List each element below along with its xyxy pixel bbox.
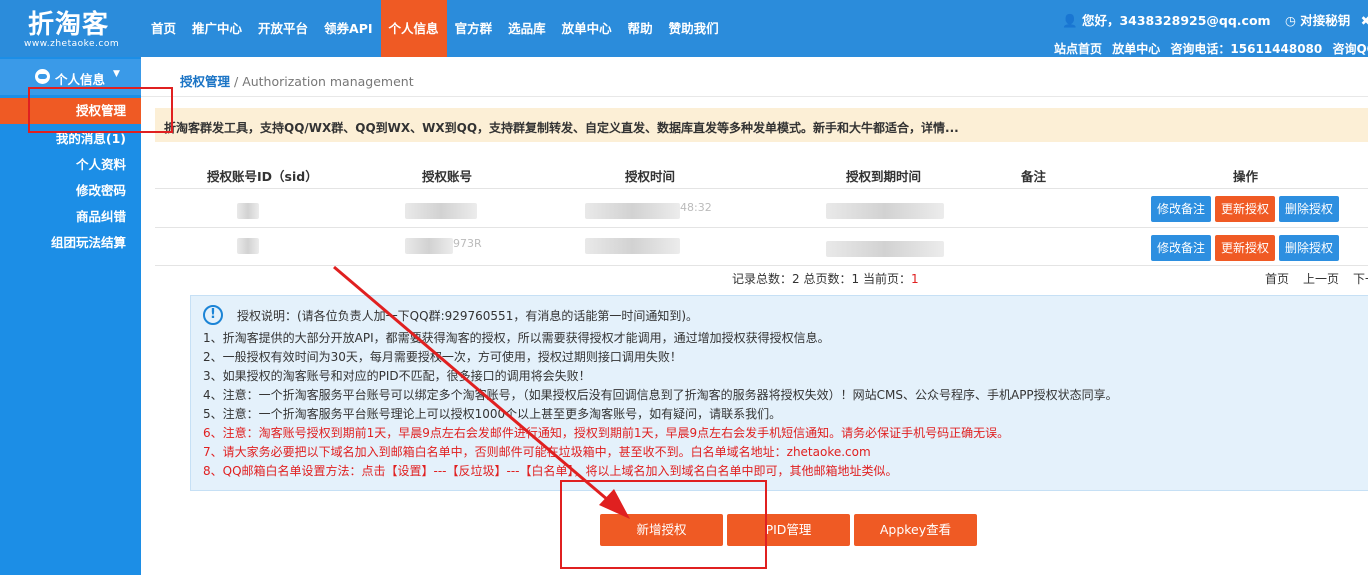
- pager-summary: 记录总数：2 总页数：1 当前页：1: [732, 270, 919, 287]
- logout-icon: ✖: [1360, 13, 1368, 28]
- clock-icon: ◷: [1284, 13, 1296, 28]
- edit-remark-button[interactable]: 修改备注: [1151, 235, 1212, 261]
- nav-open-platform[interactable]: 开放平台: [250, 0, 316, 57]
- info-line: 5、注意：一个折淘客服务平台账号理论上可以授权1000个以上甚至更多淘客账号，如…: [203, 407, 782, 421]
- caret-down-icon: ▼: [113, 69, 120, 79]
- nav-help[interactable]: 帮助: [620, 0, 661, 57]
- user-icon: 👤: [1062, 13, 1078, 28]
- info-line: 7、请大家务必要把以下域名加入到邮箱白名单中，否则邮件可能在垃圾箱中，甚至收不到…: [203, 445, 871, 459]
- breadcrumb-english: Authorization management: [242, 74, 414, 89]
- info-line: 3、如果授权的淘客账号和对应的PID不匹配，很多接口的调用将会失败！: [203, 369, 591, 383]
- sidebar-item-product-correction[interactable]: 商品纠错: [0, 204, 141, 230]
- logo[interactable]: 折淘客 www.zhetaoke.com: [22, 4, 128, 54]
- info-line: 4、注意：一个折淘客服务平台账号可以绑定多个淘客账号，（如果授权后没有回调信息到…: [203, 388, 1118, 402]
- col-header-expire-time: 授权到期时间: [846, 169, 922, 184]
- pager-nav: 首页上一页下一页: [1265, 270, 1368, 287]
- sidebar: 个人信息 ▼ 授权管理 我的消息(1) 个人资料 修改密码 商品纠错 组团玩法结…: [0, 57, 141, 575]
- pager-total: 2: [792, 272, 800, 286]
- sidebar-item-group-settlement[interactable]: 组团玩法结算: [0, 230, 141, 256]
- table-divider: [155, 265, 1368, 266]
- col-header-remark: 备注: [1021, 169, 1047, 184]
- top-navbar: 折淘客 www.zhetaoke.com 首页 推广中心 开放平台 领券API …: [0, 0, 1368, 57]
- sidebar-section-label: 个人信息: [55, 72, 106, 87]
- redacted-account: [405, 238, 453, 254]
- secret-link[interactable]: 对接秘钥: [1300, 10, 1350, 29]
- notice-text: 折淘客群发工具，支持QQ/WX群、QQ到WX、WX到QQ，支持群复制转发、自定义…: [164, 121, 959, 135]
- breadcrumb-current[interactable]: 授权管理: [180, 74, 230, 89]
- pager-first[interactable]: 首页: [1265, 272, 1289, 286]
- redacted-auth-time: [585, 238, 680, 254]
- main-nav: 首页 推广中心 开放平台 领券API 个人信息 官方群 选品库 放单中心 帮助 …: [143, 0, 727, 57]
- redacted-expire-time: [826, 203, 944, 219]
- auth-time-tail: 48:32: [680, 201, 712, 214]
- info-line: 1、折淘客提供的大部分开放API，都需要获得淘客的授权，所以需要获得授权才能调用…: [203, 331, 830, 345]
- sidebar-item-label: 组团玩法结算: [50, 235, 126, 250]
- user-greeting[interactable]: 您好，3438328925@qq.com: [1082, 10, 1271, 29]
- pager-next[interactable]: 下一页: [1353, 272, 1368, 286]
- annotation-box-add-button: [560, 480, 767, 569]
- sidebar-item-label: 修改密码: [75, 183, 126, 198]
- redacted-account: [405, 203, 477, 219]
- pager-pages: 1: [851, 272, 860, 286]
- sub-links: 站点首页 放单中心 咨询电话：15611448080 咨询QQ：8: [1054, 40, 1368, 57]
- annotation-box-sidebar: [28, 87, 173, 133]
- pager-prev[interactable]: 上一页: [1303, 272, 1339, 286]
- appkey-view-button[interactable]: Appkey查看: [854, 514, 977, 546]
- pager-current: 1: [910, 272, 919, 286]
- col-header-auth-time: 授权时间: [625, 169, 676, 184]
- pager-pages-label: 总页数：: [799, 272, 852, 286]
- nav-coupon-api[interactable]: 领券API: [316, 0, 381, 57]
- breadcrumb-separator: /: [230, 74, 243, 89]
- col-header-actions: 操作: [1233, 169, 1259, 184]
- redacted-expire-time: [826, 241, 944, 257]
- sidebar-item-profile[interactable]: 个人资料: [0, 152, 141, 178]
- table-divider: [155, 188, 1368, 189]
- info-line: 6、注意：淘客账号授权到期前1天，早晨9点左右会发邮件进行通知，授权到期前1天，…: [203, 426, 1010, 440]
- sidebar-item-label: 个人资料: [75, 157, 126, 172]
- divider: [141, 96, 1368, 97]
- nav-product-library[interactable]: 选品库: [500, 0, 554, 57]
- sidebar-item-label: 商品纠错: [75, 209, 126, 224]
- sidebar-item-change-password[interactable]: 修改密码: [0, 178, 141, 204]
- sublink-phone: 咨询电话：15611448080: [1170, 42, 1323, 56]
- update-auth-button[interactable]: 更新授权: [1215, 235, 1276, 261]
- nav-official-group[interactable]: 官方群: [447, 0, 501, 57]
- sublink-dispatch[interactable]: 放单中心: [1112, 42, 1160, 56]
- redacted-sid: [237, 238, 259, 254]
- nav-sponsor[interactable]: 赞助我们: [661, 0, 727, 57]
- redacted-sid: [237, 203, 259, 219]
- nav-promo-center[interactable]: 推广中心: [184, 0, 250, 57]
- auth-info-box: ! 授权说明：(请各位负责人加一下QQ群:929760551，有消息的话能第一时…: [190, 295, 1368, 491]
- edit-remark-button[interactable]: 修改备注: [1151, 196, 1212, 222]
- notice-bar[interactable]: 折淘客群发工具，支持QQ/WX群、QQ到WX、WX到QQ，支持群复制转发、自定义…: [155, 108, 1368, 142]
- nav-dispatch-center[interactable]: 放单中心: [554, 0, 620, 57]
- exclamation-icon: !: [203, 305, 223, 325]
- account-tail: 973R: [453, 237, 482, 250]
- update-auth-button[interactable]: 更新授权: [1215, 196, 1276, 222]
- info-title: 授权说明：(请各位负责人加一下QQ群:929760551，有消息的话能第一时间通…: [237, 309, 699, 323]
- delete-auth-button[interactable]: 删除授权: [1279, 196, 1340, 222]
- logo-url: www.zhetaoke.com: [24, 39, 120, 49]
- sidebar-item-label: 我的消息(1): [55, 131, 126, 146]
- nav-personal-info[interactable]: 个人信息: [380, 0, 447, 57]
- col-header-sid: 授权账号ID（sid）: [207, 169, 318, 184]
- redacted-auth-time: [585, 203, 680, 219]
- cloud-icon: [35, 69, 50, 84]
- pager-total-label: 记录总数：: [732, 272, 793, 286]
- info-line: 8、QQ邮箱白名单设置方法：点击【设置】---【反垃圾】---【白名单】，将以上…: [203, 464, 898, 478]
- col-header-account: 授权账号: [422, 169, 473, 184]
- logo-text: 折淘客: [28, 10, 110, 40]
- delete-auth-button[interactable]: 删除授权: [1279, 235, 1340, 261]
- sublink-qq: 咨询QQ：8: [1332, 42, 1368, 56]
- nav-home[interactable]: 首页: [143, 0, 184, 57]
- user-bar: 👤 您好，3438328925@qq.com ◷ 对接秘钥 ✖ 退: [1062, 10, 1368, 34]
- breadcrumb: 授权管理 / Authorization management: [180, 71, 414, 90]
- pager-current-label: 当前页：: [859, 272, 911, 286]
- info-line: 2、一般授权有效时间为30天，每月需要授权一次，方可使用，授权过期则接口调用失败…: [203, 350, 682, 364]
- table-divider: [155, 227, 1368, 228]
- sublink-home[interactable]: 站点首页: [1054, 42, 1102, 56]
